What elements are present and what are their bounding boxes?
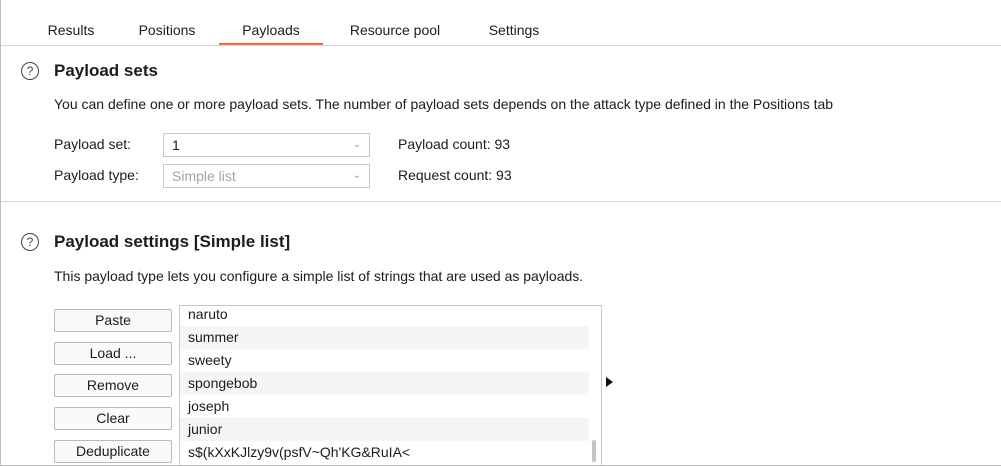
intruder-payloads-panel: Results Positions Payloads Resource pool… (0, 0, 1001, 466)
tab-settings[interactable]: Settings (481, 20, 547, 45)
payload-type-value: Simple list (172, 168, 236, 184)
help-circle-icon[interactable]: ? (21, 62, 39, 80)
help-circle-icon[interactable]: ? (21, 233, 39, 251)
tab-results[interactable]: Results (41, 20, 101, 45)
triangle-right-icon[interactable] (606, 377, 613, 387)
tab-resource-pool[interactable]: Resource pool (339, 20, 451, 45)
tab-payloads[interactable]: Payloads (219, 20, 323, 45)
deduplicate-button[interactable]: Deduplicate (54, 440, 172, 463)
tab-positions[interactable]: Positions (129, 20, 205, 45)
list-item[interactable]: summer (180, 326, 590, 349)
list-item[interactable]: sweety (180, 349, 590, 372)
paste-button[interactable]: Paste (54, 309, 172, 332)
chevron-down-icon: ⌄ (352, 139, 361, 150)
list-scrollbar[interactable] (589, 306, 601, 465)
list-item[interactable]: joseph (180, 395, 590, 418)
payload-type-select[interactable]: Simple list ⌄ (163, 164, 370, 188)
request-count: Request count: 93 (398, 167, 512, 183)
payload-count: Payload count: 93 (398, 136, 511, 152)
payload-settings-title: Payload settings [Simple list] (54, 232, 291, 251)
list-item[interactable]: naruto (180, 306, 590, 326)
list-item[interactable]: s$(kXxKJlzy9v(psfV~Qh'KG&RuIA< (180, 441, 590, 464)
load-button[interactable]: Load ... (54, 342, 172, 365)
remove-button[interactable]: Remove (54, 374, 172, 397)
payload-list[interactable]: naruto summer sweety spongebob joseph ju… (179, 305, 602, 465)
payload-sets-description: You can define one or more payload sets.… (54, 96, 834, 112)
clear-button[interactable]: Clear (54, 407, 172, 430)
payload-sets-title: Payload sets (54, 61, 158, 80)
payload-type-label: Payload type: (54, 167, 139, 183)
list-item[interactable]: spongebob (180, 372, 590, 395)
payload-set-value: 1 (172, 137, 180, 153)
scrollbar-thumb[interactable] (592, 440, 596, 462)
tab-bar: Results Positions Payloads Resource pool… (1, 0, 1001, 46)
chevron-down-icon: ⌄ (352, 170, 361, 181)
section-divider (1, 201, 1001, 202)
payload-set-select[interactable]: 1 ⌄ (163, 133, 370, 157)
payload-set-label: Payload set: (54, 136, 132, 152)
list-item[interactable]: junior (180, 418, 590, 441)
payload-settings-description: This payload type lets you configure a s… (54, 268, 584, 284)
